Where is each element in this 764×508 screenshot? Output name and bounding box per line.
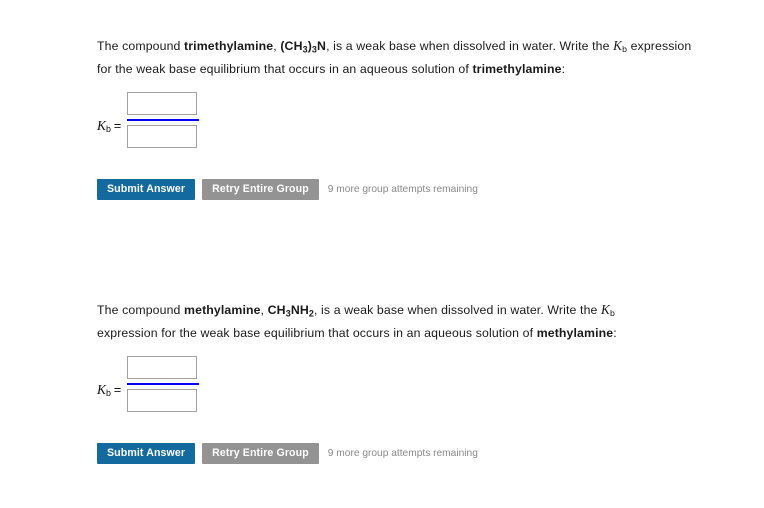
k-letter: K bbox=[601, 302, 610, 317]
prompt-middle-text: , is a weak base when dissolved in water… bbox=[326, 39, 614, 53]
numerator-input[interactable] bbox=[127, 355, 197, 379]
action-button-row: Submit Answer Retry Entire Group 9 more gr… bbox=[97, 178, 707, 201]
question-prompt: The compound methylamine, CH3NH2, is a w… bbox=[97, 300, 679, 343]
question-group-methylamine: The compound methylamine, CH3NH2, is a w… bbox=[97, 300, 707, 465]
question-prompt: The compound trimethylamine, (CH3)3N, is… bbox=[97, 36, 697, 79]
k-subscript: b bbox=[105, 387, 111, 398]
attempts-remaining-text: 9 more group attempts remaining bbox=[327, 183, 478, 195]
fraction-bar bbox=[127, 118, 199, 121]
submit-answer-button[interactable]: Submit Answer bbox=[97, 442, 196, 464]
equals-sign: = bbox=[113, 118, 122, 133]
prompt-lead-text: The compound bbox=[97, 39, 185, 53]
numerator-input[interactable] bbox=[127, 91, 197, 115]
fraction-expression bbox=[127, 91, 199, 148]
kb-equals-label: Kb = bbox=[97, 382, 121, 398]
equals-sign: = bbox=[113, 382, 122, 397]
k-letter: K bbox=[97, 117, 106, 133]
k-subscript: b bbox=[609, 308, 615, 319]
compound-name: methylamine bbox=[184, 303, 261, 317]
question-group-trimethylamine: The compound trimethylamine, (CH3)3N, is… bbox=[97, 36, 707, 201]
prompt-lead-text: The compound bbox=[97, 303, 185, 317]
answer-expression-area: Kb = bbox=[97, 91, 707, 164]
kb-symbol: Kb bbox=[97, 381, 111, 398]
attempts-remaining-text: 9 more group attempts remaining bbox=[327, 447, 478, 459]
denominator-input[interactable] bbox=[127, 388, 197, 412]
retry-entire-group-button[interactable]: Retry Entire Group bbox=[202, 178, 319, 200]
kb-equals-label: Kb = bbox=[97, 118, 121, 134]
fraction-expression bbox=[127, 355, 199, 412]
compound-name: trimethylamine bbox=[184, 39, 274, 53]
k-letter: K bbox=[97, 381, 106, 397]
kb-symbol-inline: Kb bbox=[601, 302, 615, 319]
prompt-middle-text: , is a weak base when dissolved in water… bbox=[313, 303, 602, 317]
chemical-formula: (CH3)3N bbox=[280, 39, 327, 55]
prompt-colon: : bbox=[561, 61, 566, 76]
prompt-after-k-text: expression for the weak base equilibrium… bbox=[97, 325, 537, 340]
action-button-row: Submit Answer Retry Entire Group 9 more gr… bbox=[97, 442, 707, 465]
answer-expression-area: Kb = bbox=[97, 355, 707, 428]
submit-answer-button[interactable]: Submit Answer bbox=[97, 178, 196, 200]
k-subscript: b bbox=[105, 123, 111, 134]
chemical-formula: CH3NH2 bbox=[267, 303, 314, 319]
fraction-bar bbox=[127, 382, 199, 385]
kb-symbol-inline: Kb bbox=[613, 38, 627, 54]
denominator-input[interactable] bbox=[127, 124, 197, 148]
kb-symbol: Kb bbox=[97, 117, 111, 134]
k-letter: K bbox=[613, 38, 623, 53]
retry-entire-group-button[interactable]: Retry Entire Group bbox=[202, 442, 319, 464]
prompt-colon: : bbox=[613, 325, 617, 340]
prompt-comma: , bbox=[260, 303, 268, 317]
compound-name-repeat: trimethylamine bbox=[472, 61, 562, 76]
compound-name-repeat: methylamine bbox=[536, 325, 614, 340]
worksheet-page: The compound trimethylamine, (CH3)3N, is… bbox=[0, 0, 764, 508]
